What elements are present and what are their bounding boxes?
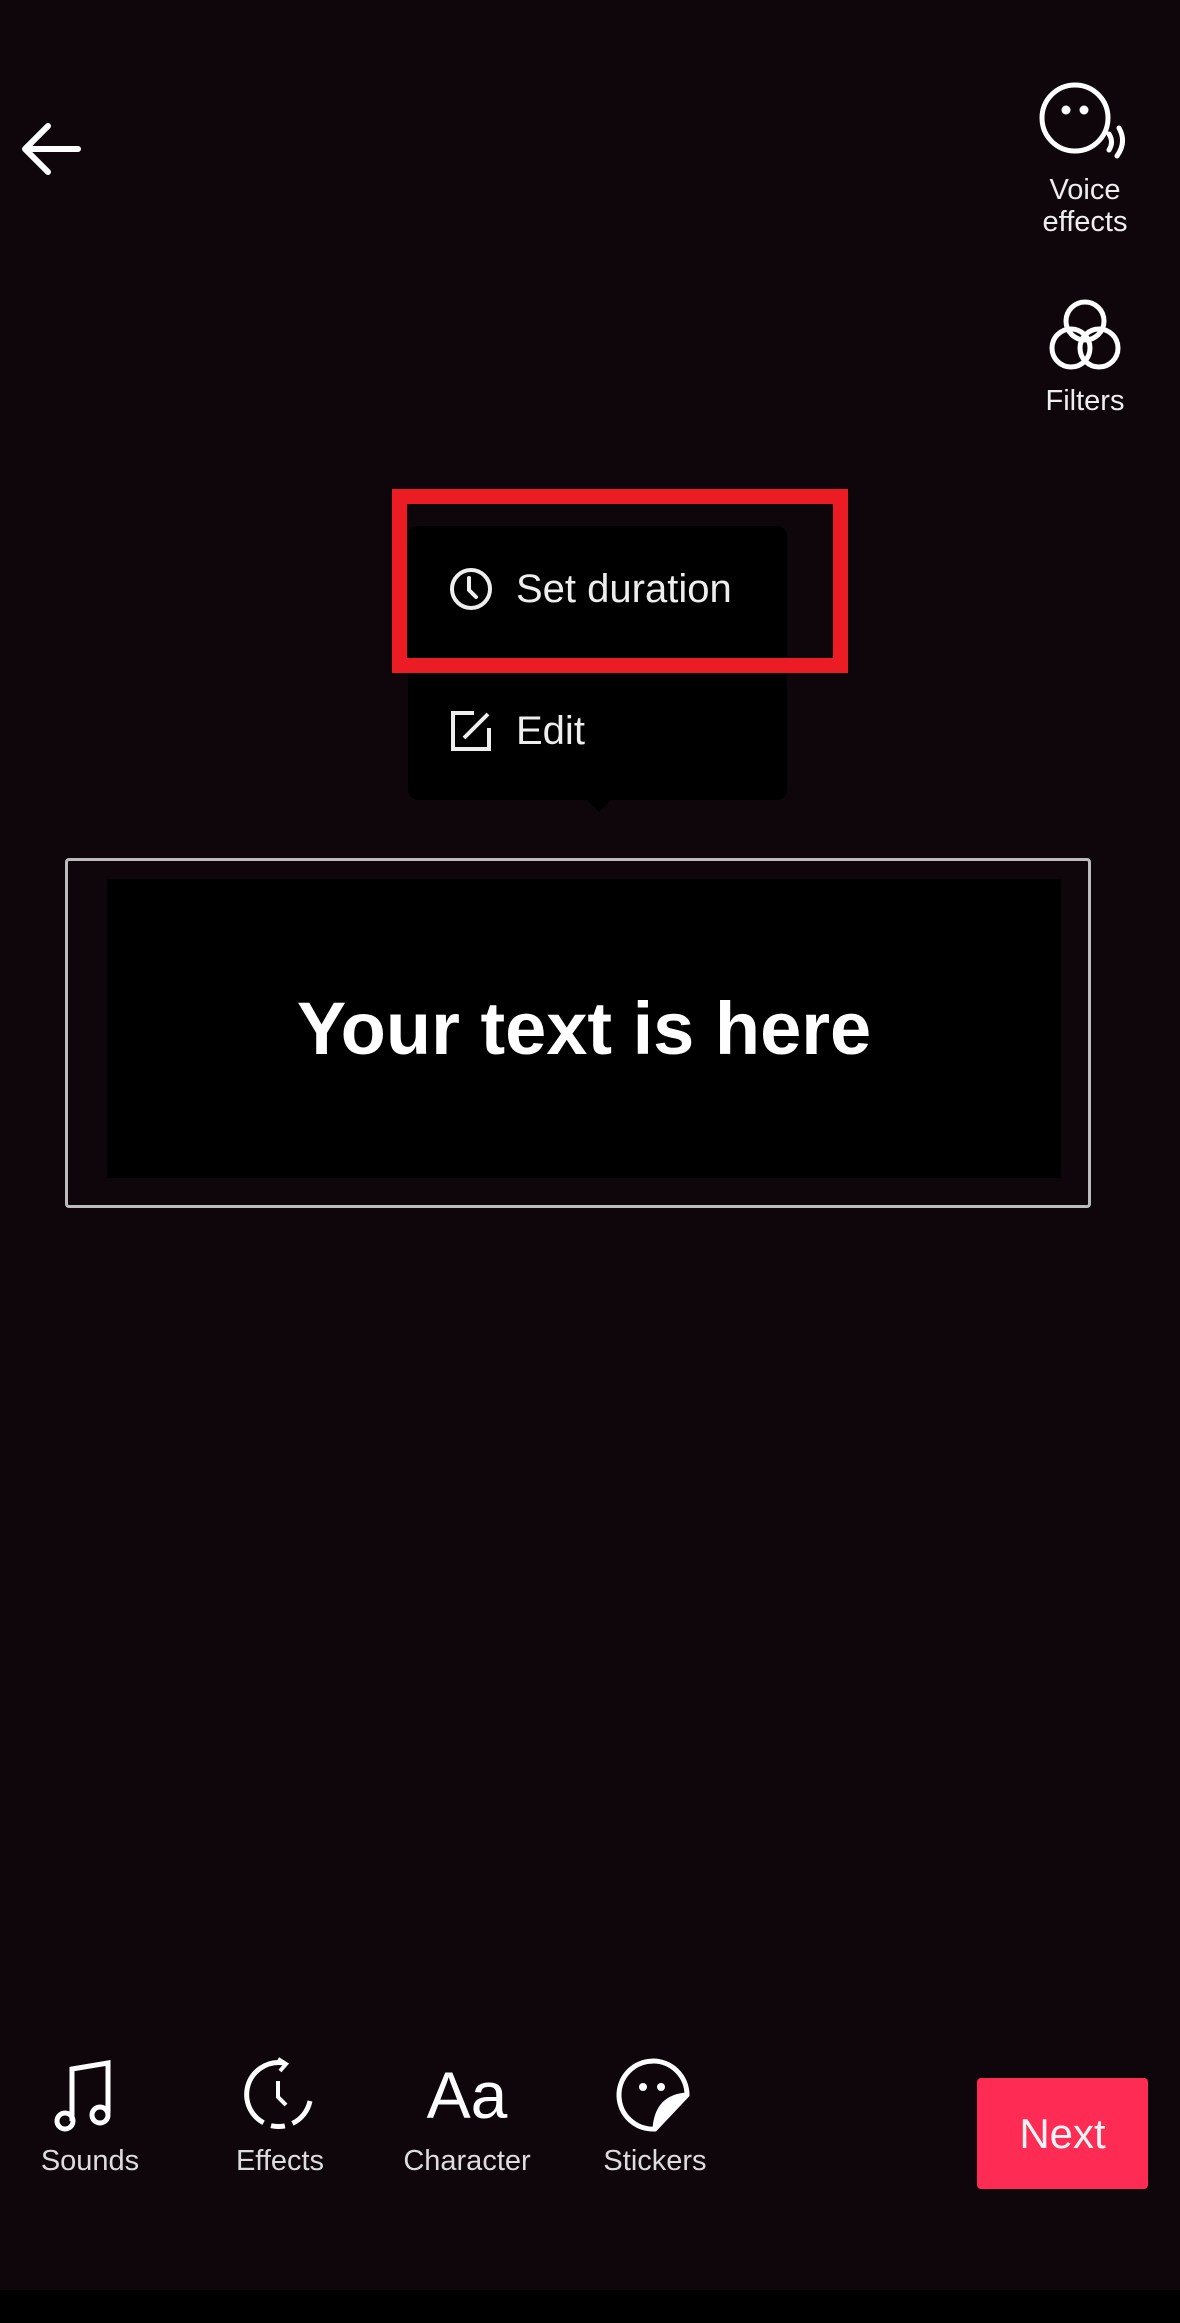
voice-effects-button[interactable]: Voice effects (1020, 78, 1150, 238)
voice-effects-icon (1039, 82, 1125, 159)
stickers-label: Stickers (603, 2145, 707, 2177)
next-button[interactable]: Next (977, 2078, 1148, 2189)
effects-label: Effects (235, 2145, 325, 2177)
sounds-label: Sounds (40, 2145, 140, 2177)
text-overlay-content: Your text is here (296, 987, 872, 1070)
filters-button[interactable]: Filters (1020, 295, 1150, 417)
voice-effects-label: Voice effects (1042, 174, 1128, 238)
edit-label: Edit (516, 708, 585, 753)
music-note-icon (54, 2060, 111, 2132)
text-overlay[interactable]: Your text is here (107, 879, 1061, 1178)
highlight-box (392, 489, 848, 673)
menu-pointer (585, 798, 613, 812)
arrow-left-icon (22, 123, 81, 175)
menu-item-edit[interactable]: Edit (448, 708, 585, 754)
toolbar-effects[interactable]: Effects (200, 2055, 360, 2178)
toolbar-character[interactable]: Aa Character (387, 2055, 547, 2178)
character-label: Character (403, 2145, 531, 2177)
back-button[interactable] (18, 118, 84, 185)
filters-icon (1049, 299, 1121, 370)
navigation-bar (0, 2290, 1180, 2323)
filters-label: Filters (1045, 385, 1125, 417)
edit-icon (451, 711, 491, 751)
toolbar-sounds[interactable]: Sounds (10, 2055, 170, 2178)
toolbar-stickers[interactable]: Stickers (575, 2055, 735, 2178)
text-aa-icon: Aa (426, 2058, 508, 2132)
effects-timer-icon (244, 2057, 313, 2130)
sticker-icon (616, 2058, 690, 2132)
